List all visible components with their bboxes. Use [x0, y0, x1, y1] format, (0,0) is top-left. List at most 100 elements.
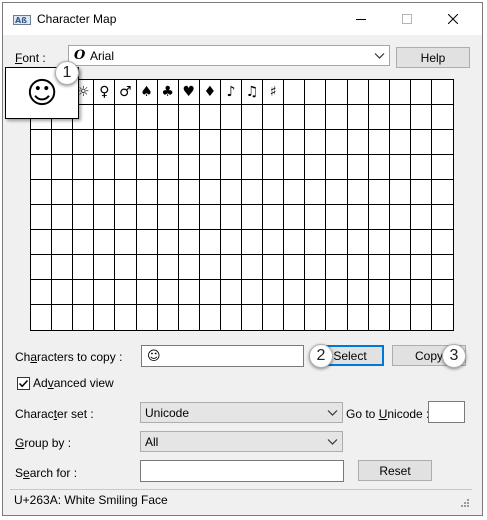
character-cell[interactable] — [242, 255, 264, 280]
character-cell[interactable] — [242, 130, 264, 155]
character-cell[interactable] — [369, 305, 390, 330]
character-cell[interactable] — [220, 105, 242, 130]
reset-button[interactable]: Reset — [358, 460, 432, 481]
character-cell[interactable] — [347, 255, 369, 280]
character-grid[interactable]: ☺☻☼♀♂♠♣♥♦♪♫♯ — [30, 79, 454, 331]
character-cell[interactable] — [305, 255, 327, 280]
character-cell[interactable] — [52, 305, 74, 330]
character-cell[interactable] — [284, 205, 306, 230]
character-cell[interactable] — [410, 155, 432, 180]
character-cell[interactable] — [368, 205, 390, 230]
character-cell[interactable] — [431, 180, 453, 205]
character-cell[interactable] — [31, 205, 53, 230]
character-cell[interactable] — [431, 255, 453, 280]
character-cell[interactable] — [31, 180, 53, 205]
character-cell[interactable] — [326, 305, 348, 330]
character-cell[interactable] — [94, 230, 116, 255]
character-cell[interactable] — [157, 105, 179, 130]
character-cell[interactable] — [431, 155, 453, 180]
character-cell[interactable] — [284, 305, 306, 330]
character-cell[interactable] — [389, 105, 411, 130]
character-cell[interactable] — [347, 130, 369, 155]
character-cell[interactable] — [348, 305, 369, 330]
character-cell[interactable] — [305, 80, 327, 105]
character-cell[interactable] — [115, 230, 137, 255]
character-cell[interactable] — [199, 255, 221, 280]
character-cell[interactable] — [389, 130, 411, 155]
character-cell[interactable] — [136, 205, 158, 230]
character-cell[interactable] — [178, 255, 200, 280]
character-cell[interactable] — [326, 80, 348, 105]
character-cell[interactable] — [347, 80, 369, 105]
character-cell[interactable] — [263, 230, 285, 255]
character-cell[interactable] — [263, 180, 285, 205]
character-cell[interactable] — [242, 155, 264, 180]
character-cell[interactable] — [326, 155, 348, 180]
character-cell[interactable] — [431, 205, 453, 230]
character-cell[interactable] — [199, 180, 221, 205]
character-cell[interactable] — [52, 205, 74, 230]
character-cell[interactable] — [136, 180, 158, 205]
character-cell[interactable] — [31, 280, 53, 305]
character-cell[interactable]: ♠ — [136, 80, 158, 105]
character-cell[interactable] — [431, 280, 453, 305]
character-cell[interactable] — [431, 130, 453, 155]
character-cell[interactable] — [94, 130, 116, 155]
close-button[interactable] — [430, 3, 476, 35]
minimize-button[interactable] — [338, 3, 384, 35]
character-cell[interactable] — [220, 130, 242, 155]
character-cell[interactable] — [242, 205, 264, 230]
character-cell[interactable] — [115, 205, 137, 230]
help-button[interactable]: Help — [396, 47, 470, 68]
character-cell[interactable] — [368, 130, 390, 155]
character-cell[interactable]: ♯ — [263, 80, 285, 105]
character-cell[interactable] — [305, 180, 327, 205]
character-cell[interactable] — [390, 305, 411, 330]
character-cell[interactable] — [199, 205, 221, 230]
character-cell[interactable] — [158, 305, 179, 330]
character-cell[interactable] — [368, 180, 390, 205]
character-cell[interactable] — [52, 180, 74, 205]
character-cell[interactable] — [263, 105, 285, 130]
character-cell[interactable] — [115, 305, 137, 330]
character-cell[interactable] — [284, 280, 306, 305]
character-cell[interactable] — [115, 180, 137, 205]
character-cell[interactable] — [52, 280, 74, 305]
character-cell[interactable]: ♥ — [178, 80, 200, 105]
font-dropdown[interactable]: O Arial — [68, 45, 390, 66]
character-cell[interactable] — [410, 180, 432, 205]
character-cell[interactable] — [220, 230, 242, 255]
character-cell[interactable] — [263, 130, 285, 155]
character-cell[interactable] — [220, 180, 242, 205]
character-cell[interactable] — [263, 280, 285, 305]
character-cell[interactable] — [157, 255, 179, 280]
character-cell[interactable] — [411, 305, 432, 330]
character-cell[interactable]: ♫ — [242, 80, 264, 105]
character-cell[interactable] — [73, 205, 95, 230]
character-cell[interactable] — [157, 180, 179, 205]
character-cell[interactable] — [73, 130, 95, 155]
character-cell[interactable] — [389, 230, 411, 255]
character-cell[interactable] — [284, 130, 306, 155]
character-cell[interactable] — [263, 155, 285, 180]
character-cell[interactable] — [178, 180, 200, 205]
character-cell[interactable] — [199, 155, 221, 180]
character-cell[interactable] — [263, 205, 285, 230]
character-cell[interactable]: ♦ — [199, 80, 221, 105]
character-cell[interactable] — [410, 280, 432, 305]
character-cell[interactable] — [73, 230, 95, 255]
character-cell[interactable] — [305, 280, 327, 305]
maximize-button[interactable] — [384, 3, 430, 35]
character-cell[interactable] — [52, 230, 74, 255]
character-cell[interactable] — [136, 230, 158, 255]
character-cell[interactable] — [31, 155, 53, 180]
character-cell[interactable] — [94, 180, 116, 205]
character-cell[interactable] — [305, 130, 327, 155]
character-cell[interactable] — [305, 305, 327, 330]
advanced-view-label[interactable]: Advanced view — [33, 376, 114, 390]
character-cell[interactable] — [115, 130, 137, 155]
character-cell[interactable] — [94, 255, 116, 280]
go-to-unicode-input[interactable] — [428, 401, 465, 423]
character-cell[interactable] — [242, 280, 264, 305]
character-cell[interactable]: ♣ — [157, 80, 179, 105]
